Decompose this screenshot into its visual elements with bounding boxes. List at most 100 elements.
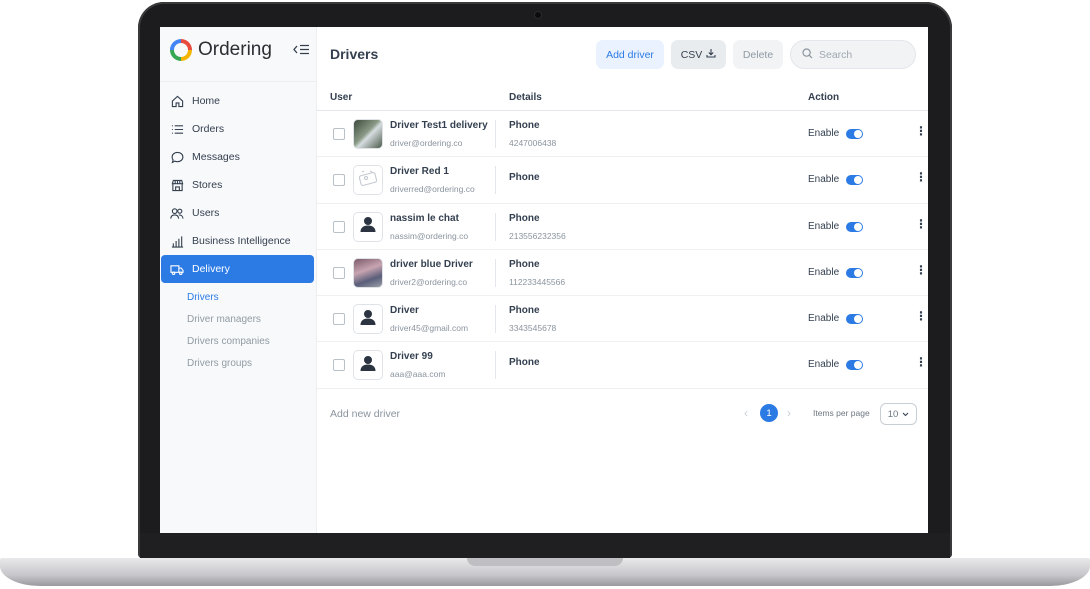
row-checkbox[interactable]	[333, 313, 345, 326]
add-new-driver-link[interactable]: Add new driver	[330, 408, 400, 420]
chevron-down-icon	[902, 409, 909, 420]
delivery-subnav: Drivers Driver managers Drivers companie…	[160, 287, 317, 375]
delete-button[interactable]: Delete	[733, 40, 783, 69]
users-icon	[169, 205, 185, 221]
divider	[495, 166, 496, 195]
phone-label: Phone	[509, 120, 540, 131]
table-row[interactable]: nassim le chat nassim@ordering.co Phone …	[317, 204, 928, 250]
sidebar-item-label: Messages	[192, 151, 240, 163]
sidebar-item-home[interactable]: Home	[161, 87, 314, 115]
laptop-chin	[140, 533, 950, 558]
collapse-sidebar-icon[interactable]	[293, 44, 310, 58]
divider	[495, 212, 496, 241]
enable-toggle[interactable]	[846, 267, 863, 278]
truck-icon	[169, 261, 185, 277]
bar-chart-icon	[169, 233, 185, 249]
status-label: Enable	[808, 359, 840, 371]
driver-name: nassim le chat	[390, 212, 459, 224]
store-icon	[169, 177, 185, 193]
status-label: Enable	[808, 174, 840, 186]
image-placeholder-icon	[358, 170, 378, 191]
sidebar-item-business-intelligence[interactable]: Business Intelligence	[161, 227, 314, 255]
sidebar-item-label: Orders	[192, 123, 225, 135]
sidebar-item-orders[interactable]: Orders	[161, 115, 314, 143]
sidebar-item-users[interactable]: Users	[161, 199, 314, 227]
row-checkbox[interactable]	[333, 359, 345, 372]
subnav-item-driver-managers[interactable]: Driver managers	[187, 309, 317, 331]
more-options-icon[interactable]: ⋮	[915, 310, 927, 322]
sidebar-item-delivery[interactable]: Delivery	[161, 255, 314, 283]
divider	[160, 81, 317, 82]
more-options-icon[interactable]: ⋮	[915, 171, 927, 183]
subnav-item-drivers-groups[interactable]: Drivers groups	[187, 353, 317, 375]
default-user-icon	[359, 308, 377, 331]
more-options-icon[interactable]: ⋮	[915, 356, 927, 368]
status-label: Enable	[808, 313, 840, 325]
sidebar-item-stores[interactable]: Stores	[161, 171, 314, 199]
brand-logo-icon	[170, 39, 192, 61]
enable-toggle[interactable]	[846, 314, 863, 325]
driver-email: aaa@aaa.com	[390, 369, 446, 380]
enable-toggle[interactable]	[846, 221, 863, 232]
enable-toggle[interactable]	[846, 175, 863, 186]
pagination: ‹ 1 › Items per page 10	[744, 403, 928, 427]
sidebar-item-label: Users	[192, 207, 220, 219]
search-input[interactable]: Search	[790, 40, 916, 69]
items-per-page-select[interactable]: 10	[880, 403, 917, 425]
sidebar-item-messages[interactable]: Messages	[161, 143, 314, 171]
phone-value: 3343545678	[509, 323, 557, 334]
driver-name: Driver Test1 delivery	[390, 120, 488, 131]
status-label: Enable	[808, 266, 840, 278]
laptop-notch	[467, 558, 623, 566]
phone-value: 4247006438	[509, 138, 557, 148]
row-checkbox[interactable]	[333, 174, 345, 187]
enable-toggle[interactable]	[846, 129, 863, 139]
driver-avatar	[353, 304, 383, 335]
table-row[interactable]: Driver Test1 delivery driver@ordering.co…	[317, 111, 928, 158]
default-user-icon	[359, 215, 377, 238]
subnav-item-drivers[interactable]: Drivers	[187, 287, 317, 309]
column-header-details: Details	[509, 92, 542, 103]
more-options-icon[interactable]: ⋮	[915, 264, 927, 276]
more-options-icon[interactable]: ⋮	[915, 218, 927, 230]
row-checkbox[interactable]	[333, 266, 345, 279]
divider	[495, 305, 496, 334]
row-checkbox[interactable]	[333, 128, 345, 140]
phone-label: Phone	[509, 258, 540, 270]
driver-avatar	[353, 211, 383, 242]
driver-name: Driver	[390, 305, 419, 317]
home-icon	[169, 93, 185, 109]
status-label: Enable	[808, 128, 840, 139]
table-row[interactable]: driver blue Driver driver2@ordering.co P…	[317, 250, 928, 297]
row-checkbox[interactable]	[333, 220, 345, 233]
driver-email: nassim@ordering.co	[390, 230, 469, 241]
chat-icon	[169, 149, 185, 165]
driver-email: driver45@gmail.com	[390, 323, 469, 334]
enable-toggle[interactable]	[846, 360, 863, 371]
driver-avatar	[353, 257, 383, 288]
list-icon	[169, 121, 185, 137]
driver-name: driver blue Driver	[390, 258, 473, 270]
table-row[interactable]: Driver 99 aaa@aaa.com Phone Enable ⋮	[317, 342, 928, 389]
phone-label: Phone	[509, 305, 540, 317]
driver-email: driver@ordering.co	[390, 138, 463, 148]
chevron-left-icon[interactable]: ‹	[744, 406, 748, 420]
add-driver-button[interactable]: Add driver	[596, 40, 664, 69]
page-button-active[interactable]: 1	[760, 404, 778, 422]
sidebar-item-label: Delivery	[192, 263, 230, 275]
sidebar-item-label: Business Intelligence	[192, 235, 291, 247]
csv-label: CSV	[680, 48, 703, 61]
subnav-item-drivers-companies[interactable]: Drivers companies	[187, 331, 317, 353]
column-header-action: Action	[808, 92, 840, 103]
chevron-right-icon[interactable]: ›	[787, 406, 791, 420]
driver-avatar	[353, 119, 383, 149]
more-options-icon[interactable]: ⋮	[915, 125, 927, 137]
brand[interactable]: Ordering	[170, 39, 272, 61]
sidebar-nav: Home Orders Messages Stores Users Busine…	[160, 87, 317, 375]
screen: Ordering Home Orders Messages Stores Use…	[160, 27, 928, 533]
table-row[interactable]: Driver Red 1 driverred@ordering.co Phone…	[317, 157, 928, 204]
table-row[interactable]: Driver driver45@gmail.com Phone 33435456…	[317, 296, 928, 343]
phone-label: Phone	[509, 172, 540, 184]
csv-export-button[interactable]: CSV	[671, 40, 726, 69]
search-placeholder: Search	[819, 48, 853, 61]
